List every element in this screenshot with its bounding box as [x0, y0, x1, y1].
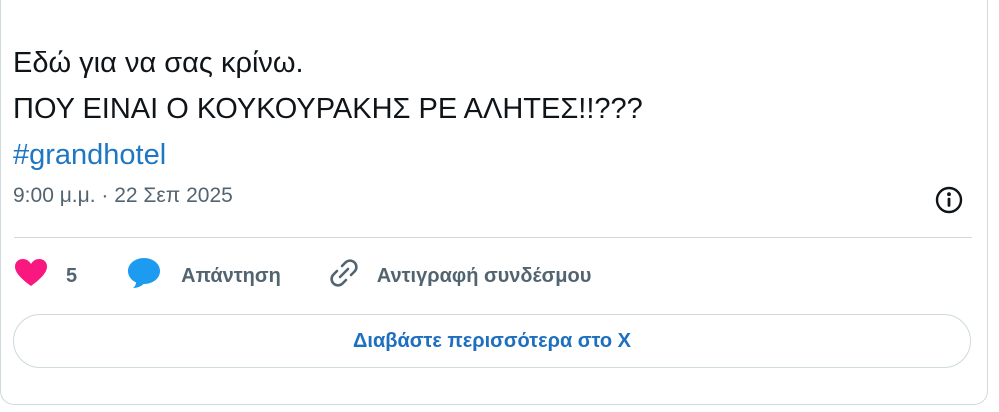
reply-button[interactable]: Απάντηση [127, 257, 281, 295]
reply-label: Απάντηση [181, 264, 281, 287]
divider [14, 237, 972, 238]
copy-link-label: Αντιγραφή συνδέσμου [376, 264, 592, 287]
copy-link-button[interactable]: Αντιγραφή συνδέσμου [329, 258, 592, 294]
like-button[interactable]: 5 [14, 258, 77, 294]
action-bar: 5 Απάντηση Αντιγραφή συνδέσμου [14, 256, 591, 296]
hashtag-link[interactable]: #grandhotel [13, 132, 643, 178]
tweet-line-1: Εδώ για να σας κρίνω. [13, 47, 304, 79]
heart-icon [14, 258, 48, 294]
reply-bubble-icon [127, 257, 161, 295]
like-count: 5 [66, 264, 78, 287]
info-icon[interactable] [933, 184, 965, 216]
tweet-text: Εδώ για να σας κρίνω. ΠΟΥ ΕΙΝΑΙ Ο ΚΟΥΚΟΥ… [13, 40, 643, 178]
read-more-button[interactable]: Διαβάστε περισσότερα στο X [13, 314, 971, 368]
tweet-line-2: ΠΟΥ ΕΙΝΑΙ Ο ΚΟΥΚΟΥΡΑΚΗΣ ΡΕ ΑΛΗΤΕΣ!!??? [13, 93, 643, 125]
link-icon [329, 258, 359, 294]
tweet-timestamp[interactable]: 9:00 μ.μ. · 22 Σεπ 2025 [13, 184, 233, 208]
